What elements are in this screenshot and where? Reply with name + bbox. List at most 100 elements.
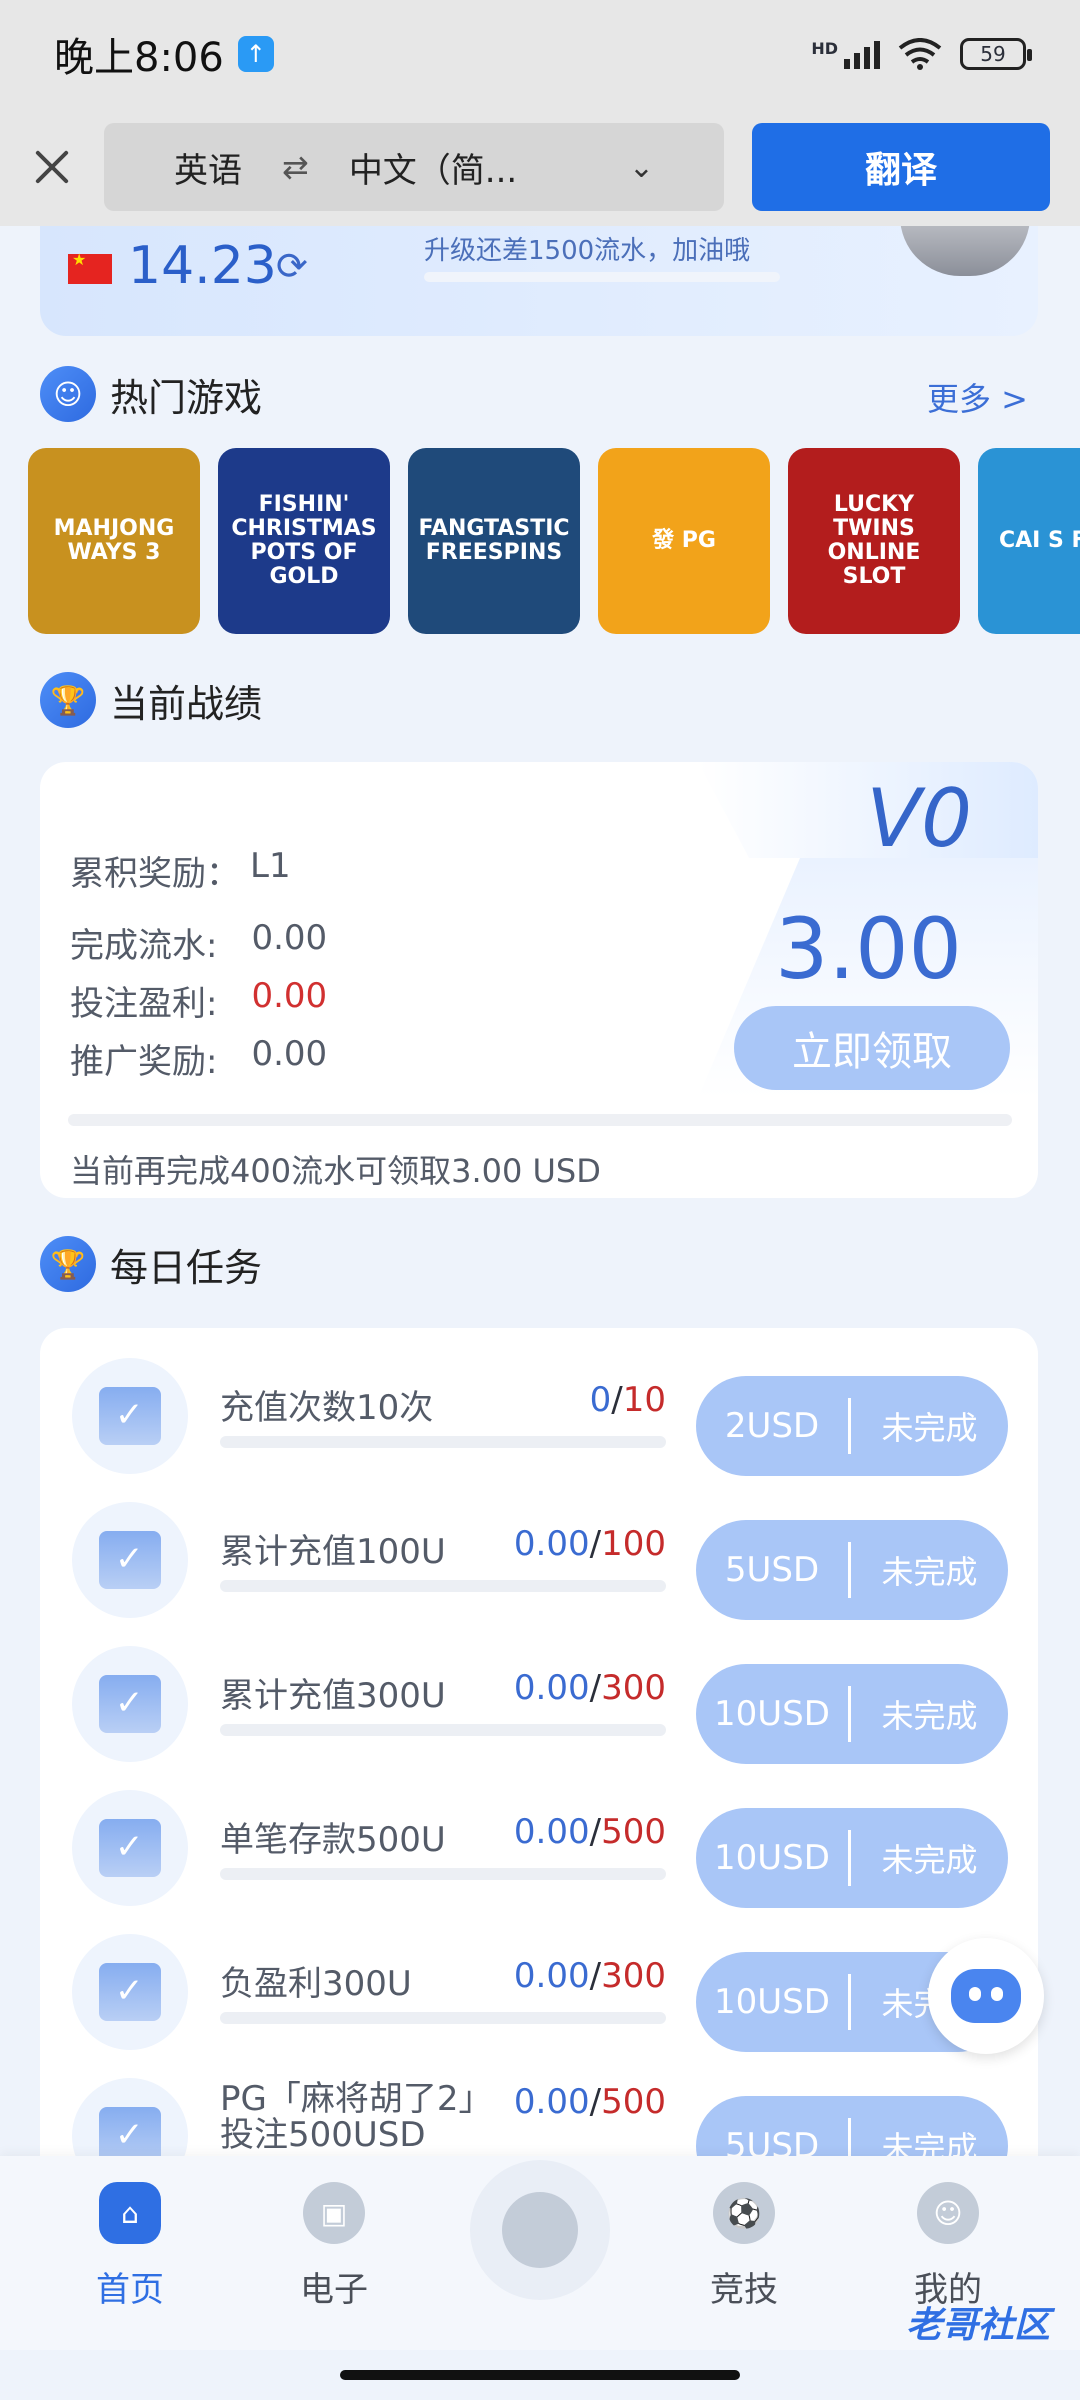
balance-amount: 14.23 (128, 236, 277, 296)
nav-sports[interactable]: ⚽ 竞技 (654, 2182, 834, 2311)
more-games-link[interactable]: 更多 > (927, 374, 1028, 420)
record-line-value: 0.00 (251, 1034, 328, 1074)
task-icon (72, 2078, 188, 2156)
wifi-icon (898, 38, 942, 70)
task-title: PG「麻将胡了2」投注500USD (220, 2079, 493, 2155)
task-reward: 5USD (724, 1550, 820, 1590)
record-header: 🏆 当前战绩 (40, 672, 262, 728)
game-title: FISHIN' CHRISTMAS POTS OF GOLD (231, 491, 377, 590)
task-progress-total: 100 (601, 1524, 666, 1564)
status-indicators: HD 59 (811, 38, 1032, 70)
football-icon: ⚽ (713, 2182, 775, 2244)
nav-home[interactable]: ⌂ 首页 (40, 2182, 220, 2311)
vip-badge-icon (900, 226, 1030, 276)
task-state: 未完成 (881, 2129, 978, 2156)
nav-center-button[interactable] (470, 2160, 610, 2300)
task-reward: 10USD (714, 1982, 830, 2022)
task-row: 负盈利300U 0.00/300 10USD未完成 (40, 1916, 1038, 2060)
task-progress-current: 0 (589, 1380, 612, 1420)
task-claim-button[interactable]: 2USD 未完成 (696, 1376, 1008, 1476)
record-line: 完成流水: 0.00 (70, 918, 327, 967)
record-note: 当前再完成400流水可领取3.00 USD (70, 1152, 601, 1190)
claim-button[interactable]: 立即领取 (734, 1006, 1010, 1090)
calendar-check-icon (99, 1675, 161, 1733)
target-language[interactable]: 中文（简... (349, 143, 517, 192)
task-progress-total: 500 (601, 2082, 666, 2122)
hot-games-list: MAHJONG WAYS 3 FISHIN' CHRISTMAS POTS OF… (28, 448, 1080, 634)
task-row: 累计充值100U 0.00/100 5USD 未完成 (40, 1484, 1038, 1628)
game-tile[interactable]: 發 PG (598, 448, 770, 634)
task-progress-current: 0.00 (513, 1956, 590, 1996)
status-time: 晚上8:06 (54, 35, 224, 81)
task-state: 未完成 (881, 1409, 978, 1447)
task-progress: 0.00/300 (513, 1668, 666, 1708)
task-state: 未完成 (881, 1553, 978, 1591)
robot-icon (951, 1969, 1021, 2023)
task-claim-button[interactable]: 10USD 未完成 (696, 1808, 1008, 1908)
task-progress-total: 300 (601, 1668, 666, 1708)
game-tile[interactable]: CAI S FISH (978, 448, 1080, 634)
daily-tasks-card: 充值次数10次 0/10 2USD 未完成 累计充值100U 0.00/100 5… (40, 1328, 1038, 2156)
home-icon: ⌂ (99, 2182, 161, 2244)
record-card: V0 累积奖励： L1 完成流水: 0.00 投注盈利: 0.00 推广奖励: … (40, 762, 1038, 1198)
upload-notification-icon: ↑ (237, 36, 274, 72)
chevron-down-icon[interactable]: ⌄ (629, 150, 654, 185)
nav-profile[interactable]: ☺ 我的 (858, 2182, 1038, 2311)
task-state: 未完成 (881, 1697, 978, 1735)
task-title: 充值次数10次 (220, 1388, 434, 1428)
task-claim-button[interactable]: 5USD 未完成 (696, 2096, 1008, 2156)
task-progress-total: 500 (601, 1812, 666, 1852)
nav-electronic[interactable]: ▣ 电子 (244, 2182, 424, 2311)
hot-games-header: ☺ 热门游戏 (40, 366, 262, 422)
source-language[interactable]: 英语 (174, 143, 242, 192)
game-tile[interactable]: MAHJONG WAYS 3 (28, 448, 200, 634)
game-title: FANGTASTIC FREESPINS (418, 515, 570, 565)
main-content[interactable]: 14.23 ⟳ 升级还差1500流水，加油哦 ☺ 热门游戏 更多 > MAHJO… (0, 226, 1080, 2156)
game-title: LUCKY TWINS ONLINE SLOT (827, 491, 921, 590)
task-progress-bar (220, 2012, 666, 2024)
task-row: 单笔存款500U 0.00/500 10USD 未完成 (40, 1772, 1038, 1916)
task-progress: 0/10 (589, 1380, 666, 1420)
task-progress-current: 0.00 (513, 1524, 590, 1564)
language-selector[interactable]: 英语 ⇄ 中文（简... ⌄ (104, 123, 724, 211)
nav-label: 电子 (300, 2270, 368, 2310)
calendar-check-icon (99, 1531, 161, 1589)
watermark-logo: 老哥社区 (905, 2305, 1050, 2346)
record-line: 投注盈利: 0.00 (70, 976, 327, 1025)
task-icon (72, 1358, 188, 1474)
calendar-check-icon (99, 2107, 161, 2156)
chat-assistant-button[interactable] (928, 1938, 1044, 2054)
record-line-label: 完成流水: (70, 926, 218, 966)
nav-label: 首页 (96, 2270, 164, 2310)
task-title: 单笔存款500U (220, 1820, 446, 1860)
calendar-check-icon (99, 1963, 161, 2021)
game-tile[interactable]: FISHIN' CHRISTMAS POTS OF GOLD (218, 448, 390, 634)
record-line-value: 0.00 (251, 976, 328, 1016)
task-reward: 10USD (714, 1694, 830, 1734)
calendar-check-icon (99, 1387, 161, 1445)
record-title: 当前战绩 (110, 681, 263, 726)
task-claim-button[interactable]: 5USD 未完成 (696, 1520, 1008, 1620)
home-indicator[interactable] (0, 2350, 1080, 2400)
task-progress-current: 0.00 (513, 1668, 590, 1708)
task-row: 累计充值300U 0.00/300 10USD 未完成 (40, 1628, 1038, 1772)
game-title: MAHJONG WAYS 3 (53, 515, 175, 565)
task-claim-button[interactable]: 10USD 未完成 (696, 1664, 1008, 1764)
signal-icon: HD (811, 39, 880, 69)
task-row: 充值次数10次 0/10 2USD 未完成 (40, 1340, 1038, 1484)
refresh-icon[interactable]: ⟳ (276, 244, 308, 288)
task-progress-bar (220, 1868, 666, 1880)
task-progress: 0.00/500 (513, 1812, 666, 1852)
close-icon[interactable] (30, 145, 74, 189)
translate-button[interactable]: 翻译 (752, 123, 1050, 211)
task-title: 累计充值300U (220, 1676, 446, 1716)
game-tile[interactable]: FANGTASTIC FREESPINS (408, 448, 580, 634)
task-icon (72, 1502, 188, 1618)
record-line-label: 推广奖励: (70, 1042, 218, 1082)
game-tile[interactable]: LUCKY TWINS ONLINE SLOT (788, 448, 960, 634)
task-icon (72, 1934, 188, 2050)
swap-languages-icon[interactable]: ⇄ (282, 148, 309, 186)
vip-card: 14.23 ⟳ 升级还差1500流水，加油哦 (40, 226, 1038, 336)
game-title: CAI S FISH (999, 527, 1080, 553)
record-line-label: 投注盈利: (70, 984, 218, 1024)
